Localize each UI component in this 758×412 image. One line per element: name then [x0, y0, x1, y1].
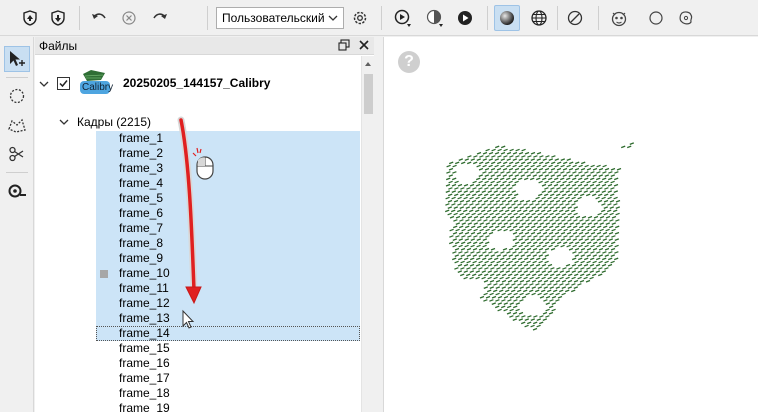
- scissors-icon[interactable]: [4, 141, 30, 167]
- frame-list-item[interactable]: frame_16: [96, 356, 360, 371]
- lasso-poly-icon[interactable]: [4, 113, 30, 139]
- frame-label: frame_1: [119, 131, 164, 145]
- mode-select[interactable]: Пользовательский: [216, 7, 344, 29]
- frame-label: frame_10: [119, 266, 170, 280]
- frame-list-item[interactable]: frame_18: [96, 386, 360, 401]
- sphere-half-icon[interactable]: [422, 5, 448, 31]
- close-icon[interactable]: [358, 38, 370, 56]
- frame-list-item[interactable]: frame_15: [96, 341, 360, 356]
- frame-label: frame_15: [119, 341, 170, 355]
- project-name: 20250205_144157_Calibry: [123, 76, 271, 90]
- frame-list-item[interactable]: frame_7: [96, 221, 360, 236]
- chevron-down-icon[interactable]: [58, 116, 70, 128]
- calibry-project-icon: Calibry: [79, 68, 114, 96]
- frame-list: frame_1 frame_2 frame_3 frame_4 frame_5 frame…: [96, 131, 360, 412]
- frame-label: frame_9: [119, 251, 164, 265]
- blob-icon[interactable]: [673, 5, 699, 31]
- frame-list-item[interactable]: frame_11: [96, 281, 360, 296]
- frame-label: frame_18: [119, 386, 170, 400]
- files-scrollbar[interactable]: [361, 56, 374, 412]
- viewport-3d[interactable]: ?: [383, 37, 758, 412]
- frame-list-item[interactable]: frame_14: [96, 326, 360, 341]
- frame-label: frame_14: [119, 326, 170, 340]
- undock-icon[interactable]: [338, 38, 350, 56]
- frame-list-item[interactable]: frame_1: [96, 131, 360, 146]
- chevron-down-icon: [325, 10, 341, 26]
- frame-list-item[interactable]: frame_10: [96, 266, 360, 281]
- undo-icon[interactable]: [86, 5, 112, 31]
- main-toolbar: Пользовательский: [0, 0, 758, 36]
- calibry-badge: Calibry: [82, 82, 114, 93]
- frame-label: frame_2: [119, 146, 164, 160]
- robot-icon[interactable]: [606, 5, 632, 31]
- frame-list-item[interactable]: frame_17: [96, 371, 360, 386]
- frame-list-item[interactable]: frame_13: [96, 311, 360, 326]
- sphere-icon[interactable]: [494, 5, 520, 31]
- record-icon[interactable]: [452, 5, 478, 31]
- frame-label: frame_12: [119, 296, 170, 310]
- frame-label: frame_4: [119, 176, 164, 190]
- project-checkbox[interactable]: [57, 77, 70, 90]
- tape-measure-icon[interactable]: [4, 178, 30, 204]
- files-tree[interactable]: Calibry 20250205_144157_Calibry Кадры (2…: [35, 56, 361, 412]
- disabled-icon[interactable]: [562, 5, 588, 31]
- mode-select-value: Пользовательский: [222, 11, 325, 25]
- frame-list-item[interactable]: frame_8: [96, 236, 360, 251]
- scroll-up-icon[interactable]: [362, 58, 374, 70]
- frame-list-item[interactable]: frame_4: [96, 176, 360, 191]
- play-menu-icon[interactable]: [390, 5, 416, 31]
- frame-label: frame_16: [119, 356, 170, 370]
- frame-label: frame_11: [119, 281, 169, 295]
- lasso-circle-icon[interactable]: [4, 83, 30, 109]
- left-toolbar: [0, 37, 34, 412]
- files-panel: Файлы Calibry 20250205_144157_Calibry Ка…: [35, 37, 374, 412]
- frame-label: frame_8: [119, 236, 164, 250]
- frame-label: frame_3: [119, 161, 164, 175]
- frame-label: frame_5: [119, 191, 164, 205]
- current-frame-marker: [100, 270, 108, 278]
- frame-list-item[interactable]: frame_6: [96, 206, 360, 221]
- frame-list-item[interactable]: frame_9: [96, 251, 360, 266]
- frame-label: frame_17: [119, 371, 170, 385]
- frame-list-item[interactable]: frame_5: [96, 191, 360, 206]
- project-row[interactable]: Calibry 20250205_144157_Calibry: [35, 64, 361, 94]
- frame-label: frame_13: [119, 311, 170, 325]
- shield-down-icon[interactable]: [45, 5, 71, 31]
- frame-label: frame_7: [119, 221, 164, 235]
- frame-list-item[interactable]: frame_2: [96, 146, 360, 161]
- shield-up-icon[interactable]: [17, 5, 43, 31]
- scrollbar-thumb[interactable]: [364, 74, 373, 114]
- redo-icon[interactable]: [147, 5, 173, 31]
- frame-list-item[interactable]: frame_3: [96, 161, 360, 176]
- frame-list-item[interactable]: frame_12: [96, 296, 360, 311]
- gear-icon[interactable]: [347, 5, 373, 31]
- frame-list-item[interactable]: frame_19: [96, 401, 360, 412]
- cancel-icon[interactable]: [116, 5, 142, 31]
- frames-group-label: Кадры (2215): [77, 115, 151, 129]
- point-cloud-model: [444, 142, 635, 331]
- chevron-down-icon[interactable]: [38, 78, 50, 90]
- globe-icon[interactable]: [526, 5, 552, 31]
- files-panel-header: Файлы: [35, 37, 374, 55]
- frame-label: frame_19: [119, 401, 170, 412]
- frame-label: frame_6: [119, 206, 164, 220]
- circle-icon[interactable]: [643, 5, 669, 31]
- select-arrow-icon[interactable]: [4, 46, 30, 72]
- files-panel-title: Файлы: [39, 39, 78, 53]
